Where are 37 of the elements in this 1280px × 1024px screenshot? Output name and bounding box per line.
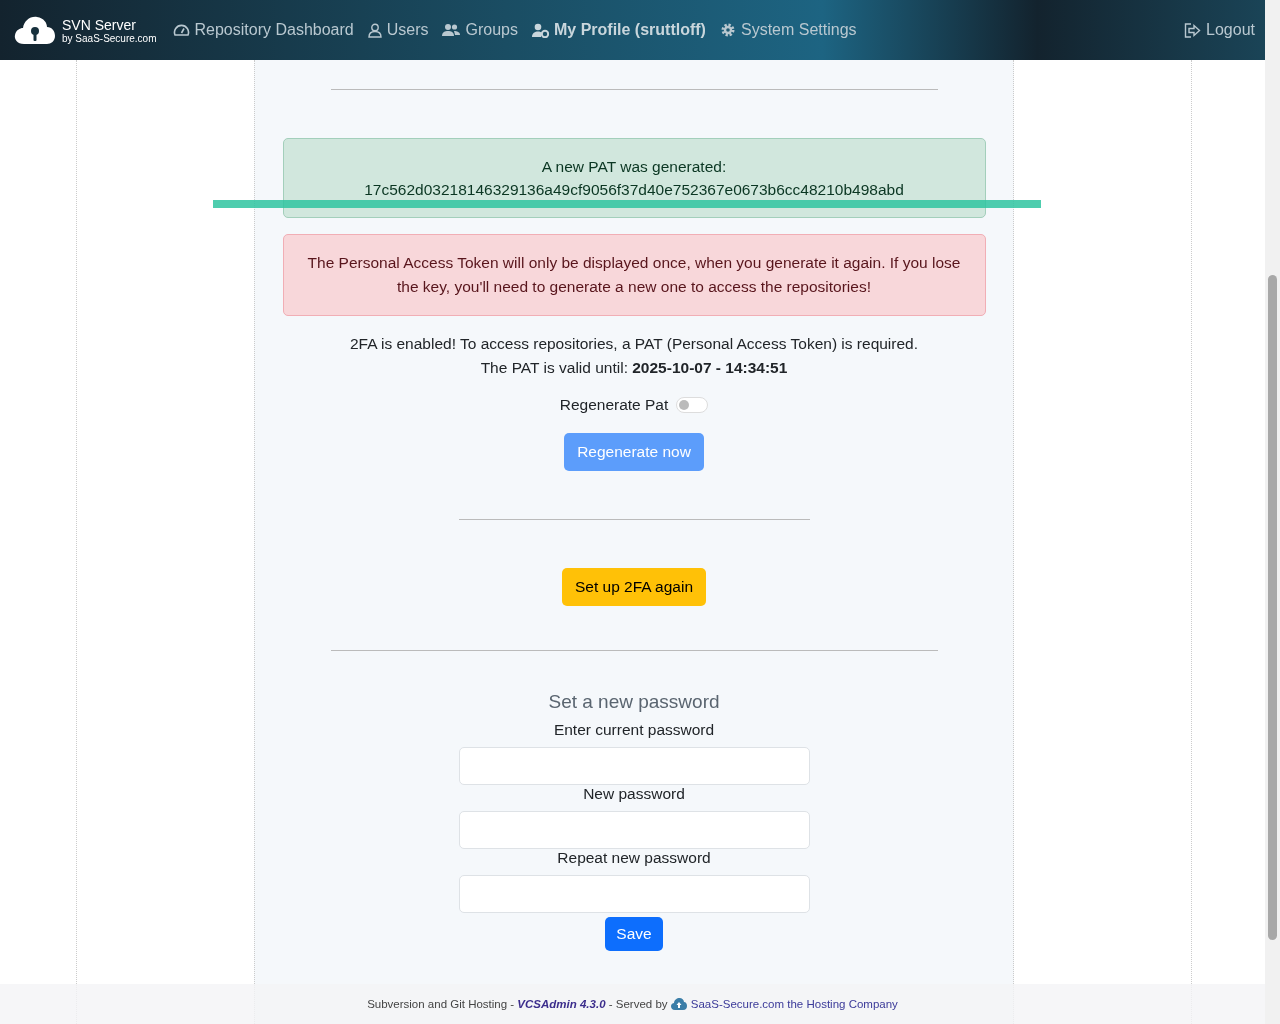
- user-icon: [367, 22, 382, 38]
- password-field[interactable]: [458, 747, 810, 785]
- field-label: Enter current password: [553, 721, 715, 739]
- token-text: 17c562d03218146329136a49cf9056f37d40e752367e0673b6cc48210b498abd: [364, 180, 904, 199]
- field-label: Repeat new password: [557, 849, 711, 867]
- nav-link[interactable]: Users: [367, 21, 429, 39]
- validity-text: The PAT is valid until: 2025-10-07 - 14:34:51: [480, 358, 788, 378]
- toggle-switch[interactable]: [676, 397, 709, 413]
- save-button[interactable]: Save: [605, 917, 663, 951]
- hosting-link[interactable]: SaaS-Secure.com the Hosting Company: [690, 998, 898, 1010]
- footer-text: Subversion and Git Hosting -: [367, 998, 516, 1010]
- users-icon: [442, 23, 461, 37]
- nav-link[interactable]: Groups: [442, 21, 518, 39]
- gauge-icon: [172, 22, 190, 38]
- password-field[interactable]: [458, 875, 810, 913]
- footer-text: - Served by: [607, 998, 669, 1010]
- nav-link[interactable]: Repository Dashboard: [172, 21, 354, 39]
- alert-title: A new PAT was generated:: [541, 157, 727, 176]
- brand-subtitle: by SaaS-Secure.com: [62, 32, 157, 44]
- setup-2fa-button[interactable]: Set up 2FA again: [561, 568, 707, 606]
- password-field[interactable]: [458, 811, 810, 849]
- logout-icon: [1184, 22, 1202, 38]
- scrollbar[interactable]: [1265, 0, 1280, 1024]
- nav-link[interactable]: System Settings: [719, 21, 857, 39]
- settings-icon: [719, 22, 736, 38]
- cloud-upload-icon: [670, 998, 687, 1010]
- product-link[interactable]: VCSAdmin 4.3.0: [517, 998, 606, 1010]
- toggle-label: Regenerate Pat: [559, 396, 669, 414]
- info-text: 2FA is enabled! To access repositories, a PAT (Personal Access Token) is required.: [349, 334, 919, 354]
- section-heading: Set a new password: [548, 691, 720, 713]
- nav-link[interactable]: My Profile (sruttloff): [531, 21, 706, 39]
- warning-text: The Personal Access Token will only be displayed once, when you generate it again. If you lose the key, you'll need to generate a new one to access the repositories!: [307, 254, 961, 295]
- cloud-lock-icon: [14, 15, 56, 45]
- logout-link[interactable]: Logout: [1184, 21, 1255, 39]
- field-label: New password: [583, 785, 685, 803]
- user-gear-icon: [531, 22, 549, 38]
- brand-title[interactable]: SVN Server: [62, 16, 157, 33]
